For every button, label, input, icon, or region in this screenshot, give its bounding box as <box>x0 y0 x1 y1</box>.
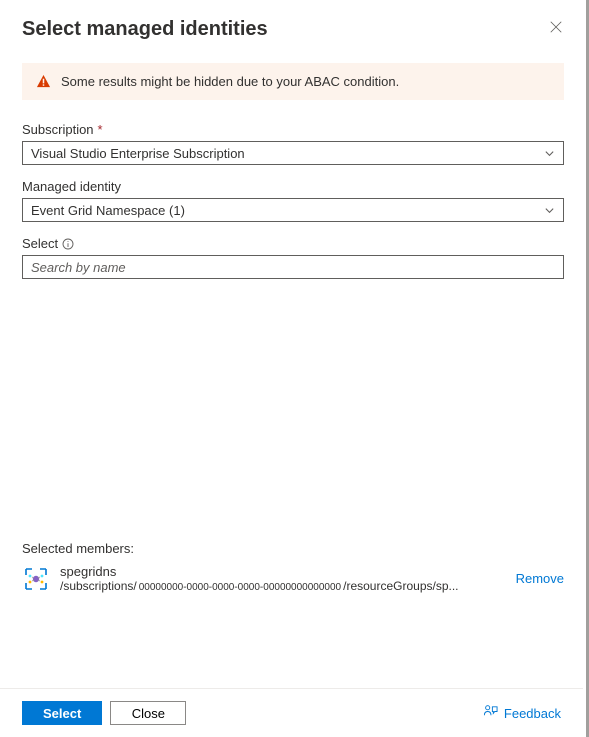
managed-identity-select[interactable]: Event Grid Namespace (1) <box>22 198 564 222</box>
managed-identity-label: Managed identity <box>22 179 564 194</box>
close-icon <box>549 20 563 37</box>
event-grid-icon <box>22 565 50 593</box>
feedback-link[interactable]: Feedback <box>483 704 561 722</box>
member-name: spegridns <box>60 564 506 579</box>
subscription-label: Subscription * <box>22 122 564 137</box>
managed-identity-value: Event Grid Namespace (1) <box>31 203 185 218</box>
close-button[interactable] <box>548 18 564 34</box>
close-button-footer[interactable]: Close <box>110 701 186 725</box>
feedback-icon <box>483 704 498 722</box>
member-path: /subscriptions/ 00000000-0000-0000-0000-… <box>60 579 506 593</box>
subscription-value: Visual Studio Enterprise Subscription <box>31 146 245 161</box>
selected-member-row: spegridns /subscriptions/ 00000000-0000-… <box>22 560 564 597</box>
warning-icon <box>36 74 51 89</box>
select-button[interactable]: Select <box>22 701 102 725</box>
select-label: Select <box>22 236 564 251</box>
chevron-down-icon <box>544 148 555 159</box>
required-asterisk: * <box>98 122 103 137</box>
chevron-down-icon <box>544 205 555 216</box>
info-icon[interactable] <box>62 238 74 250</box>
alert-text: Some results might be hidden due to your… <box>61 74 399 89</box>
subscription-select[interactable]: Visual Studio Enterprise Subscription <box>22 141 564 165</box>
remove-link[interactable]: Remove <box>516 571 564 586</box>
search-input[interactable] <box>22 255 564 279</box>
page-title: Select managed identities <box>22 18 268 41</box>
abac-warning-alert: Some results might be hidden due to your… <box>22 63 564 100</box>
selected-members-label: Selected members: <box>22 541 564 556</box>
